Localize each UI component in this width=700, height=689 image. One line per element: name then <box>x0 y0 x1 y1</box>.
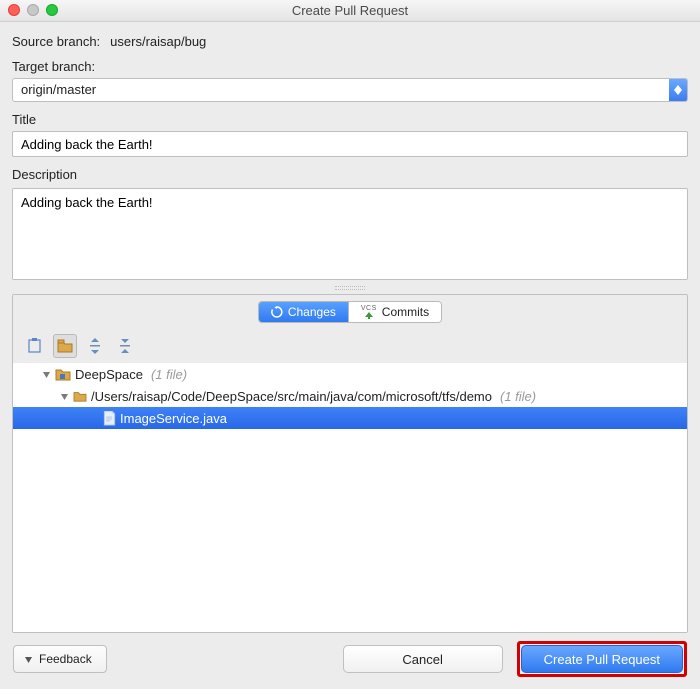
source-branch-label: Source branch: <box>12 34 100 49</box>
changes-panel: Changes VCS Commits <box>12 294 688 633</box>
target-branch-label: Target branch: <box>12 59 688 74</box>
dialog-action-buttons: Cancel Create Pull Request <box>343 641 687 677</box>
description-box: Adding back the Earth! <box>12 188 688 280</box>
tree-path-count: (1 file) <box>500 389 536 404</box>
group-by-directory-icon <box>27 338 43 354</box>
title-input[interactable] <box>12 131 688 157</box>
create-pull-request-button[interactable]: Create Pull Request <box>521 645 683 673</box>
java-file-icon <box>103 411 116 426</box>
tab-commits[interactable]: VCS Commits <box>348 302 441 322</box>
cancel-button[interactable]: Cancel <box>343 645 503 673</box>
group-by-directory-button[interactable] <box>23 334 47 358</box>
tree-path-row[interactable]: /Users/raisap/Code/DeepSpace/src/main/ja… <box>13 385 687 407</box>
tab-changes-label: Changes <box>288 305 336 319</box>
chevron-down-icon[interactable] <box>59 391 69 401</box>
folder-icon <box>73 390 87 402</box>
bottom-bar: Feedback Cancel Create Pull Request <box>12 641 688 679</box>
tab-segment: Changes VCS Commits <box>258 301 442 323</box>
title-label: Title <box>12 112 688 127</box>
minimize-window-button[interactable] <box>27 4 39 16</box>
window-controls <box>8 4 58 16</box>
feedback-button[interactable]: Feedback <box>13 645 107 673</box>
expand-all-icon <box>88 338 102 354</box>
tabs-row: Changes VCS Commits <box>13 295 687 329</box>
chevron-down-icon <box>24 655 33 664</box>
feedback-label: Feedback <box>39 652 92 666</box>
dialog-content: Source branch: users/raisap/bug Target b… <box>0 22 700 689</box>
vcs-badge: VCS <box>361 305 377 312</box>
tab-changes[interactable]: Changes <box>259 302 348 322</box>
dialog-window: Create Pull Request Source branch: users… <box>0 0 700 689</box>
target-branch-selected-value: origin/master <box>13 79 669 101</box>
folder-view-button[interactable] <box>53 334 77 358</box>
chevron-down-icon[interactable] <box>41 369 51 379</box>
titlebar: Create Pull Request <box>0 0 700 22</box>
window-title: Create Pull Request <box>292 3 408 18</box>
tree-file-row[interactable]: ImageService.java <box>13 407 687 429</box>
changes-tree[interactable]: DeepSpace (1 file) /Users/raisap/Code/De… <box>13 363 687 632</box>
tree-root-label: DeepSpace <box>75 367 143 382</box>
expand-all-button[interactable] <box>83 334 107 358</box>
maximize-window-button[interactable] <box>46 4 58 16</box>
refresh-icon <box>271 306 283 318</box>
tree-file-label: ImageService.java <box>120 411 227 426</box>
collapse-all-button[interactable] <box>113 334 137 358</box>
create-button-label: Create Pull Request <box>544 652 660 667</box>
module-folder-icon <box>55 367 71 381</box>
create-button-highlight: Create Pull Request <box>517 641 687 677</box>
tree-root-row[interactable]: DeepSpace (1 file) <box>13 363 687 385</box>
changes-toolbar <box>13 329 687 363</box>
dropdown-arrows-icon <box>669 79 687 101</box>
tab-commits-label: Commits <box>382 305 429 319</box>
commit-up-icon <box>365 312 373 319</box>
description-textarea[interactable]: Adding back the Earth! <box>13 189 687 279</box>
target-branch-select[interactable]: origin/master <box>12 78 688 102</box>
splitter-handle[interactable] <box>12 284 688 292</box>
source-branch-row: Source branch: users/raisap/bug <box>12 34 688 49</box>
source-branch-value: users/raisap/bug <box>110 34 206 49</box>
tree-root-count: (1 file) <box>151 367 187 382</box>
description-label: Description <box>12 167 688 182</box>
collapse-all-icon <box>118 338 132 354</box>
cancel-button-label: Cancel <box>402 652 442 667</box>
close-window-button[interactable] <box>8 4 20 16</box>
folder-view-icon <box>57 339 73 353</box>
tree-path-label: /Users/raisap/Code/DeepSpace/src/main/ja… <box>91 389 492 404</box>
